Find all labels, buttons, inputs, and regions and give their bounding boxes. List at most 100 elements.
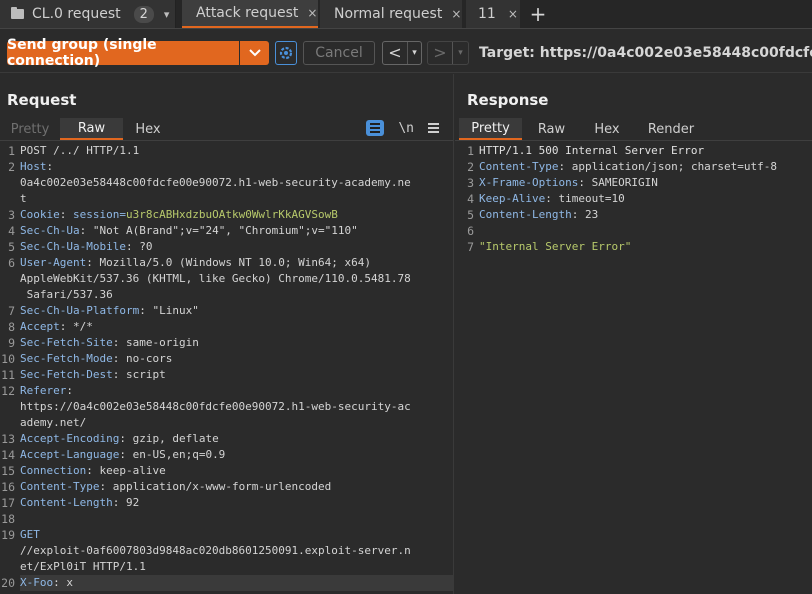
header-separator: : (545, 192, 559, 205)
line-number: 1 (467, 144, 474, 158)
header-value: AppleWebKit/537.36 (KHTML, like Gecko) C… (20, 272, 411, 285)
tab-response-render[interactable]: Render (633, 118, 709, 140)
code-text: https://0a4c002e03e58448c00fdcfe00e90072… (20, 399, 453, 415)
header-value: ademy.net/ (20, 416, 87, 429)
code-line: 13 Accept-Encoding: gzip, deflate (0, 431, 453, 447)
code-line: 6 (455, 223, 812, 239)
forward-history-dropdown[interactable]: ▾ (452, 42, 468, 64)
target-label[interactable]: Target: https://0a4c002e03e58448c00fdcfe… (479, 45, 812, 61)
tab-11[interactable]: 11 × (466, 0, 520, 28)
header-value: timeout=10 (558, 192, 625, 205)
back-history-dropdown[interactable]: ▾ (407, 42, 421, 64)
header-separator: : (119, 432, 133, 445)
header-name: X-Foo (20, 576, 54, 589)
tab-group-label: CL.0 request (32, 6, 121, 22)
header-value: et/ExPl0iT HTTP/1.1 (20, 560, 146, 573)
header-name: Accept-Encoding (20, 432, 120, 445)
code-line: 1 POST /../ HTTP/1.1 (0, 143, 453, 159)
back-arrow-icon[interactable]: < (383, 42, 407, 64)
close-icon[interactable]: × (451, 7, 461, 21)
wrap-icon[interactable] (366, 120, 385, 136)
response-view-tabs: Pretty Raw Hex Render (459, 118, 709, 140)
tab-normal-request[interactable]: Normal request × (320, 0, 462, 28)
tab-request-pretty[interactable]: Pretty (0, 118, 60, 140)
code-line: 4 Keep-Alive: timeout=10 (455, 191, 812, 207)
plus-icon[interactable]: + (528, 0, 548, 28)
tab-response-raw[interactable]: Raw (522, 118, 581, 140)
header-name: Content-Length (20, 496, 113, 509)
header-name: Sec-Ch-Ua-Mobile (20, 240, 126, 253)
header-separator: : (86, 256, 100, 269)
header-name: User-Agent (20, 256, 87, 269)
header-value: "Linux" (152, 304, 199, 317)
header-name: Content-Type (20, 480, 100, 493)
tab-bar: CL.0 request 2 ▾ Attack request × Normal… (0, 0, 812, 29)
header-name: Accept (20, 320, 60, 333)
code-line: ademy.net/ (0, 415, 453, 431)
code-text: User-Agent: Mozilla/5.0 (Windows NT 10.0… (20, 255, 453, 271)
request-pane: Request Pretty Raw Hex \n 1 POST /../ HTT… (0, 74, 454, 594)
request-editor-tools: \n (366, 118, 439, 138)
request-editor[interactable]: 1 POST /../ HTTP/1.1 2 Host: 0a4c002e03e5844… (0, 143, 453, 591)
tab-response-hex[interactable]: Hex (581, 118, 633, 140)
code-text: Host: (20, 159, 453, 175)
tab-request-raw[interactable]: Raw (60, 118, 123, 140)
request-view-tabs: Pretty Raw Hex (0, 118, 173, 140)
cookie-value: u3r8cABHxdzbuOAtkw0WwlrKkAGVSowB (125, 208, 338, 221)
code-line: 4 Sec-Ch-Ua: "Not A(Brand";v="24", "Chrom… (0, 223, 453, 239)
code-text: Sec-Fetch-Mode: no-cors (20, 351, 453, 367)
header-separator: : (66, 384, 73, 397)
line-number: 10 (1, 352, 15, 366)
code-line: 6 User-Agent: Mozilla/5.0 (Windows NT 10.… (0, 255, 453, 271)
history-forward-button[interactable]: > ▾ (427, 41, 469, 65)
header-value: x (66, 576, 73, 589)
chevron-down-icon[interactable]: ▾ (164, 8, 170, 21)
code-text: ademy.net/ (20, 415, 453, 431)
settings-button[interactable] (275, 41, 297, 65)
cancel-button[interactable]: Cancel (303, 41, 375, 65)
header-name: Sec-Fetch-Site (20, 336, 113, 349)
header-value: SAMEORIGIN (591, 176, 658, 189)
code-line: 20 X-Foo: x (0, 575, 453, 591)
header-name: Connection (20, 464, 87, 477)
header-separator: : (571, 208, 585, 221)
history-back-button[interactable]: < ▾ (382, 41, 422, 65)
tab-request-hex[interactable]: Hex (123, 118, 173, 140)
forward-arrow-icon[interactable]: > (428, 42, 452, 64)
header-value: en-US,en;q=0.9 (132, 448, 226, 461)
header-separator: : (99, 480, 113, 493)
send-group-button[interactable]: Send group (single connection) (7, 37, 239, 69)
code-line: 16 Content-Type: application/x-www-form-u… (0, 479, 453, 495)
header-name: Referer (20, 384, 67, 397)
code-text: GET (20, 527, 453, 543)
tab-group-cl0-request[interactable]: CL.0 request 2 ▾ (0, 0, 176, 28)
header-name: Content-Length (479, 208, 572, 221)
request-title: Request (7, 91, 77, 109)
line-number: 20 (1, 576, 15, 590)
header-name: Accept-Language (20, 448, 120, 461)
close-icon[interactable]: × (307, 6, 317, 20)
header-separator: : (112, 352, 126, 365)
close-icon[interactable]: × (508, 7, 518, 21)
tab-group-count: 2 (133, 5, 154, 23)
code-text: Sec-Fetch-Dest: script (20, 367, 453, 383)
code-text: X-Foo: x (20, 575, 453, 591)
tab-attack-request[interactable]: Attack request × (182, 0, 318, 28)
send-options-dropdown[interactable] (240, 41, 269, 65)
header-name: Host (20, 160, 47, 173)
code-text: 0a4c002e03e58448c00fdcfe00e90072.h1-web-… (20, 175, 453, 191)
show-newlines-toggle[interactable]: \n (398, 121, 414, 136)
code-text: Content-Length: 23 (479, 207, 812, 223)
header-separator: : (79, 224, 93, 237)
divider (0, 140, 453, 141)
line-number: 19 (1, 528, 15, 542)
tab-11-label: 11 (478, 6, 496, 22)
line-number: 15 (1, 464, 15, 478)
response-editor[interactable]: 1 HTTP/1.1 500 Internal Server Error 2 Cont… (455, 143, 812, 255)
header-value: Mozilla/5.0 (Windows NT 10.0; Win64; x64… (99, 256, 372, 269)
header-value: HTTP/1.1 500 Internal Server Error (479, 144, 705, 157)
menu-icon[interactable] (428, 123, 439, 133)
tab-response-pretty[interactable]: Pretty (459, 118, 522, 140)
header-value: keep-alive (99, 464, 166, 477)
